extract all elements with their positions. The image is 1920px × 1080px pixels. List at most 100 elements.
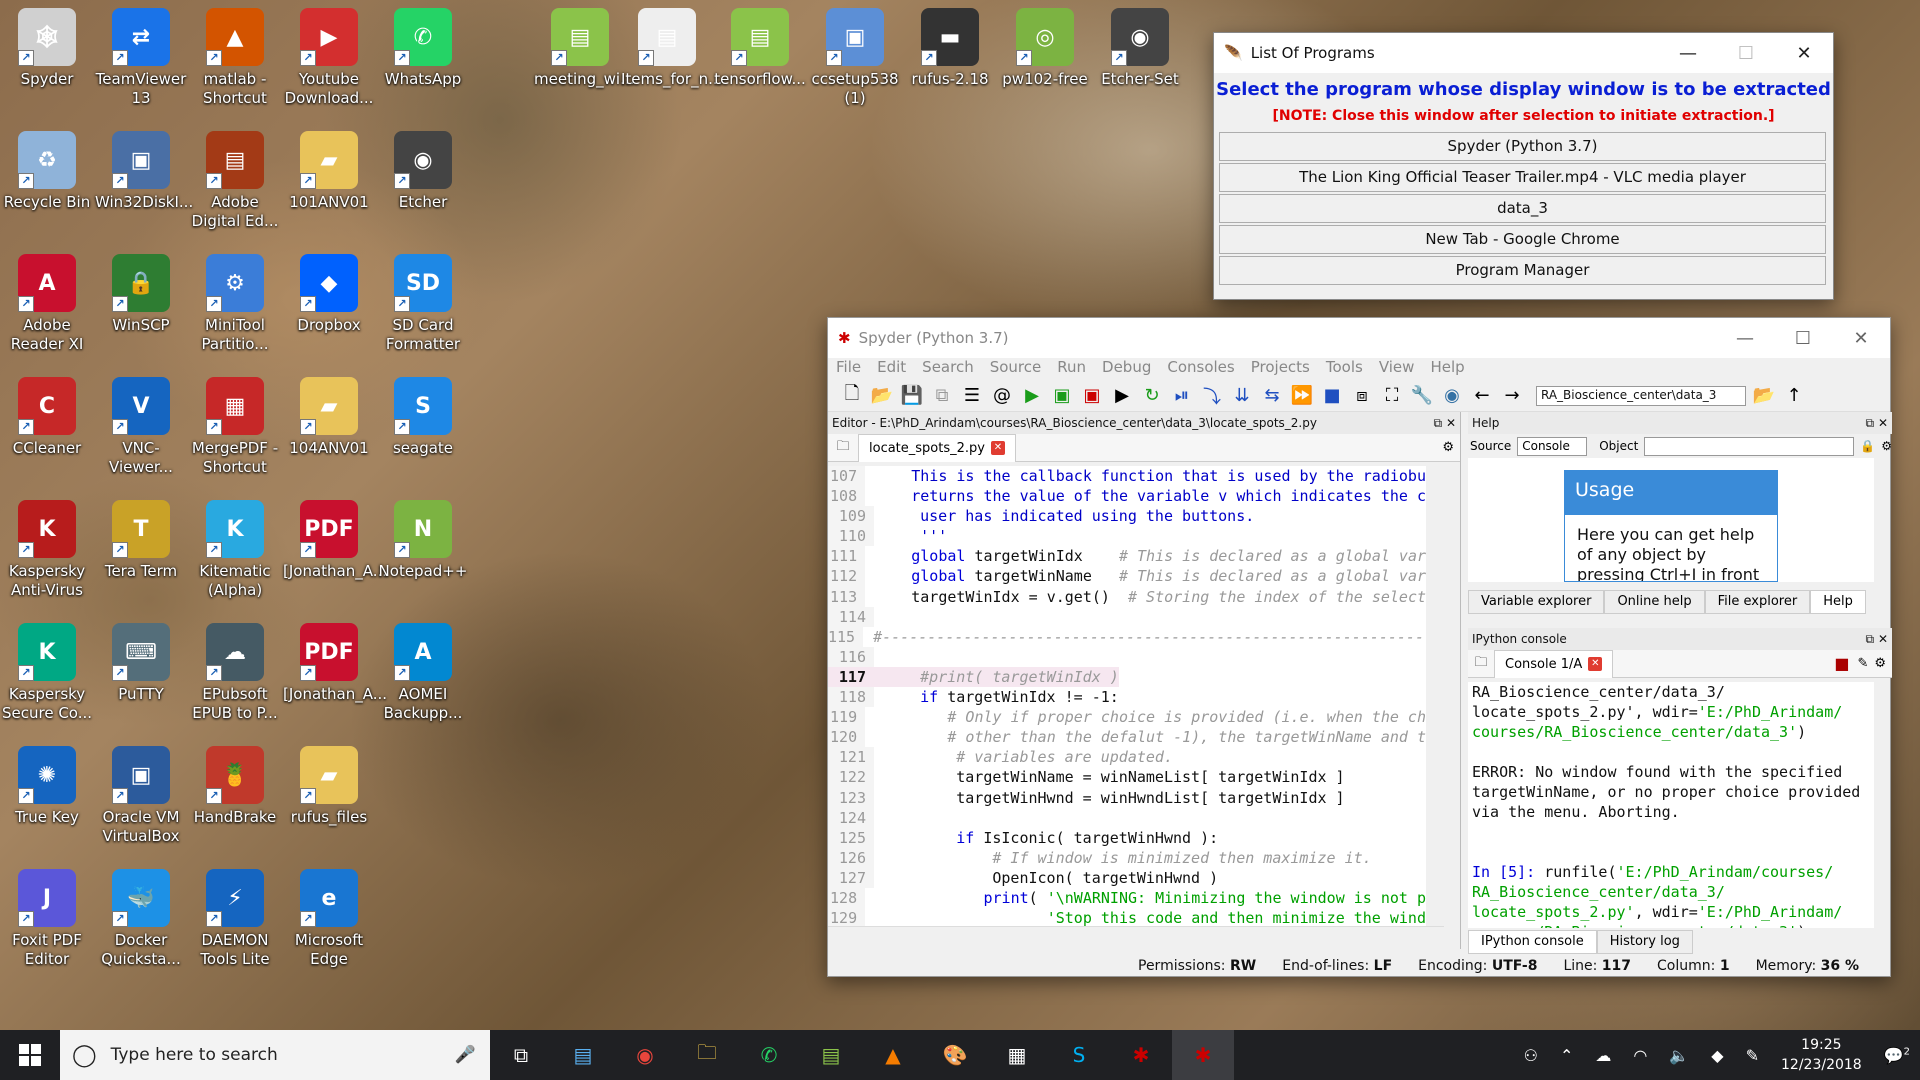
- program-option-button[interactable]: New Tab - Google Chrome: [1219, 225, 1826, 254]
- menu-item-file[interactable]: File: [836, 358, 861, 380]
- desktop-icon[interactable]: ✆ ↗ WhatsApp: [377, 8, 469, 89]
- desktop-icon[interactable]: K ↗ Kitematic (Alpha): [189, 500, 281, 600]
- step-icon[interactable]: ⤵: [1200, 384, 1224, 408]
- stop-debug-icon[interactable]: ■: [1320, 384, 1344, 408]
- pen-icon[interactable]: ✎: [1746, 1046, 1759, 1065]
- continue-icon[interactable]: ⏩: [1290, 384, 1314, 408]
- desktop-icon[interactable]: ▶ ↗ Youtube Download...: [283, 8, 375, 108]
- wifi-icon[interactable]: ◠: [1633, 1046, 1647, 1065]
- gear-icon[interactable]: ⚙: [1874, 656, 1886, 671]
- minimize-button[interactable]: —: [1659, 43, 1717, 64]
- file-explorer-icon[interactable]: 🗀: [676, 1030, 738, 1080]
- desktop-icon[interactable]: ▰ ↗ 104ANV01: [283, 377, 375, 458]
- desktop-icon[interactable]: 🕸 ↗ Spyder: [1, 8, 93, 89]
- taskbar-search[interactable]: ◯ Type here to search 🎤: [60, 1030, 490, 1080]
- vertical-scrollbar[interactable]: [1426, 466, 1444, 926]
- undock-icon[interactable]: ⧉: [1434, 416, 1443, 431]
- menu-item-source[interactable]: Source: [990, 358, 1042, 380]
- program-option-button[interactable]: Spyder (Python 3.7): [1219, 132, 1826, 161]
- desktop-icon[interactable]: ✺ ↗ True Key: [1, 746, 93, 827]
- chevron-up-icon[interactable]: ⌃: [1560, 1046, 1573, 1065]
- menu-item-view[interactable]: View: [1379, 358, 1415, 380]
- menu-item-search[interactable]: Search: [922, 358, 974, 380]
- desktop-icon[interactable]: J ↗ Foxit PDF Editor: [1, 869, 93, 969]
- program-option-button[interactable]: The Lion King Official Teaser Trailer.mp…: [1219, 163, 1826, 192]
- desktop-icon[interactable]: ▣ ↗ Win32DiskI...: [95, 131, 193, 212]
- tab-help[interactable]: Help: [1810, 590, 1866, 614]
- program-option-button[interactable]: Program Manager: [1219, 256, 1826, 285]
- desktop-icon[interactable]: ◉ ↗ Etcher-Set: [1094, 8, 1186, 89]
- tab-history-log[interactable]: History log: [1596, 930, 1693, 954]
- close-tab-icon[interactable]: ✕: [990, 441, 1005, 455]
- desktop-icon[interactable]: ⚙ ↗ MiniTool Partitio...: [189, 254, 281, 354]
- source-select[interactable]: Console: [1517, 436, 1588, 456]
- browse-tabs-icon[interactable]: 🗀: [828, 437, 858, 459]
- forward-arrow-icon[interactable]: →: [1500, 384, 1524, 408]
- desktop-icon[interactable]: ▣ ↗ Oracle VM VirtualBox: [95, 746, 187, 846]
- desktop-icon[interactable]: ▤ ↗ Adobe Digital Ed...: [189, 131, 281, 231]
- undock-icon[interactable]: ⧉: [1866, 416, 1875, 431]
- save-all-icon[interactable]: ⧉: [930, 384, 954, 408]
- tab-online-help[interactable]: Online help: [1604, 590, 1705, 614]
- debug-icon[interactable]: ⏯: [1170, 384, 1194, 408]
- desktop-icon[interactable]: K ↗ Kaspersky Anti-Virus: [1, 500, 93, 600]
- desktop-icon[interactable]: ▤ ↗ Items_for_n...: [621, 8, 722, 89]
- menu-item-help[interactable]: Help: [1430, 358, 1464, 380]
- desktop-icon[interactable]: e ↗ Microsoft Edge: [283, 869, 375, 969]
- working-directory-field[interactable]: RA_Bioscience_center\data_3: [1536, 385, 1746, 406]
- close-tab-icon[interactable]: ✕: [1588, 657, 1603, 671]
- desktop-icon[interactable]: ◎ ↗ pw102-free: [999, 8, 1091, 89]
- undock-icon[interactable]: ⧉: [1866, 632, 1875, 647]
- browse-tabs-icon[interactable]: 🗀: [1468, 653, 1494, 675]
- menu-item-run[interactable]: Run: [1057, 358, 1086, 380]
- menu-item-tools[interactable]: Tools: [1326, 358, 1363, 380]
- desktop-icon[interactable]: ▤ ↗ meeting_wi...: [534, 8, 634, 89]
- desktop-icon[interactable]: PDF ↗ [Jonathan_A...: [283, 500, 387, 581]
- open-file-icon[interactable]: 📂: [870, 384, 894, 408]
- close-pane-icon[interactable]: ✕: [1878, 416, 1888, 430]
- horizontal-scrollbar[interactable]: [828, 926, 1444, 946]
- desktop-icon[interactable]: PDF ↗ [Jonathan_A...: [283, 623, 387, 704]
- minimize-button[interactable]: —: [1716, 328, 1774, 349]
- gear-icon[interactable]: ⚙: [1881, 439, 1892, 453]
- dropbox-tray-icon[interactable]: ◆: [1711, 1046, 1723, 1065]
- chrome-icon[interactable]: ◉: [614, 1030, 676, 1080]
- close-button[interactable]: ✕: [1832, 328, 1890, 349]
- maximize-button[interactable]: ☐: [1717, 43, 1775, 64]
- desktop-icon[interactable]: ▰ ↗ rufus_files: [283, 746, 375, 827]
- new-file-icon[interactable]: 🗋: [840, 383, 864, 408]
- tab-ipython-console[interactable]: IPython console: [1468, 930, 1597, 954]
- wrench-icon[interactable]: 🔧: [1410, 384, 1434, 408]
- run-icon[interactable]: ▶: [1020, 384, 1044, 408]
- gear-icon[interactable]: ⚙: [1442, 440, 1460, 455]
- paint-icon[interactable]: 🎨: [924, 1030, 986, 1080]
- desktop-icon[interactable]: ▤ ↗ tensorflow...: [714, 8, 806, 89]
- people-icon[interactable]: ⚇: [1524, 1046, 1538, 1065]
- volume-icon[interactable]: 🔈: [1669, 1046, 1689, 1065]
- outline-icon[interactable]: ☰: [960, 384, 984, 408]
- close-pane-icon[interactable]: ✕: [1446, 416, 1456, 430]
- desktop-icon[interactable]: K ↗ Kaspersky Secure Co...: [1, 623, 93, 723]
- desktop-icon[interactable]: ▰ ↗ 101ANV01: [283, 131, 375, 212]
- menu-item-debug[interactable]: Debug: [1102, 358, 1151, 380]
- tab-console-1[interactable]: Console 1/A ✕: [1494, 649, 1614, 678]
- rerun-icon[interactable]: ↻: [1140, 384, 1164, 408]
- parent-dir-icon[interactable]: ↑: [1782, 384, 1806, 408]
- menu-item-projects[interactable]: Projects: [1251, 358, 1310, 380]
- browse-folder-icon[interactable]: 📂: [1752, 384, 1776, 408]
- microphone-icon[interactable]: 🎤: [455, 1045, 490, 1065]
- desktop-icon[interactable]: ◉ ↗ Etcher: [377, 131, 469, 212]
- object-input[interactable]: [1644, 436, 1855, 456]
- run-cell-advance-icon[interactable]: ▣: [1080, 384, 1104, 408]
- close-pane-icon[interactable]: ✕: [1878, 632, 1888, 646]
- stop-icon[interactable]: ■: [1834, 654, 1849, 673]
- explorer-window-icon[interactable]: ▤: [552, 1030, 614, 1080]
- eraser-icon[interactable]: ✎: [1857, 656, 1868, 671]
- notification-center-icon[interactable]: 💬2: [1884, 1046, 1910, 1065]
- desktop-icon[interactable]: N ↗ Notepad++: [377, 500, 469, 581]
- desktop-icon[interactable]: S ↗ seagate: [377, 377, 469, 458]
- desktop-icon[interactable]: ▬ ↗ rufus-2.18: [904, 8, 996, 89]
- step-return-icon[interactable]: ⇆: [1260, 384, 1284, 408]
- close-button[interactable]: ✕: [1775, 43, 1833, 64]
- tab-variable-explorer[interactable]: Variable explorer: [1468, 590, 1605, 614]
